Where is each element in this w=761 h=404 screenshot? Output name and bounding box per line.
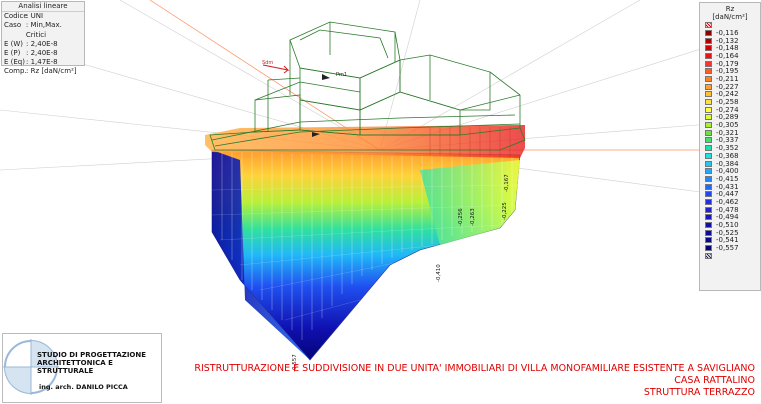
legend-swatch	[705, 52, 712, 59]
legend-swatch	[705, 175, 712, 182]
legend-swatch	[705, 37, 712, 44]
legend-entry: -0,227	[700, 83, 760, 91]
legend-swatch	[705, 183, 712, 190]
analysis-info-panel: Analisi lineare Codice: UNI Caso: Min,Ma…	[1, 1, 85, 75]
info-row: E (W): 2,40E-8	[4, 39, 58, 48]
color-legend: Rz [daN/cm²] -0,116 -0,132 -0,148 -0,164 -0,…	[699, 2, 761, 291]
legend-swatch	[705, 191, 712, 198]
hatch-swatch-icon	[700, 252, 760, 260]
legend-entry: -0,195	[700, 67, 760, 75]
info-row: Codice: UNI	[4, 12, 44, 21]
studio-name-line2: ARCHITETTONICA E STRUTTURALE	[37, 359, 113, 375]
legend-swatch	[705, 237, 712, 244]
legend-swatch	[705, 168, 712, 175]
value-label: -0,263	[470, 208, 476, 226]
legend-swatch	[705, 229, 712, 236]
project-title-line1: RISTRUTTURAZIONE E SUDDIVISIONE IN DUE U…	[194, 363, 755, 374]
hatch-swatch-icon	[700, 21, 760, 29]
load-arrow-icon	[262, 64, 290, 74]
legend-swatch	[705, 137, 712, 144]
legend-swatch	[705, 198, 712, 205]
legend-swatch	[705, 106, 712, 113]
node-marker-icon	[322, 74, 330, 80]
legend-swatch	[705, 222, 712, 229]
legend-swatch	[705, 60, 712, 67]
project-title-line3: STRUTTURA TERRAZZO	[643, 387, 755, 398]
legend-swatch	[705, 152, 712, 159]
legend-entry: -0,258	[700, 98, 760, 106]
info-panel-title: Analisi lineare	[2, 2, 84, 13]
legend-entry: -0,132	[700, 37, 760, 45]
legend-swatch	[705, 68, 712, 75]
studio-name-line1: STUDIO DI PROGETTAZIONE	[37, 351, 147, 359]
legend-entry: -0,337	[700, 136, 760, 144]
legend-swatch	[705, 91, 712, 98]
mark-pm1: Pm1	[336, 72, 347, 78]
studio-engineer: ing. arch. DANILO PICCA	[39, 383, 128, 391]
legend-entry: -0,400	[700, 167, 760, 175]
legend-swatch	[705, 99, 712, 106]
project-title-line2: CASA RATTALINO	[674, 375, 755, 386]
legend-swatch	[705, 245, 712, 252]
legend-entry: -0,510	[700, 221, 760, 229]
legend-title: Rz	[725, 5, 735, 13]
legend-entry: -0,352	[700, 144, 760, 152]
value-label: -0,225	[502, 202, 508, 220]
legend-entry: -0,525	[700, 229, 760, 237]
legend-swatch	[705, 160, 712, 167]
legend-swatch	[705, 206, 712, 213]
legend-swatch	[705, 45, 712, 52]
legend-entry: -0,242	[700, 90, 760, 98]
legend-swatch	[705, 114, 712, 121]
legend-entries: -0,116 -0,132 -0,148 -0,164 -0,179 -0,195 -0,2…	[700, 29, 760, 252]
legend-entry: -0,305	[700, 121, 760, 129]
legend-entry: -0,557	[700, 244, 760, 252]
legend-entry: -0,447	[700, 190, 760, 198]
value-label: -0,167	[504, 174, 510, 192]
info-row: Comp.: Rz [daN/cm²]	[4, 67, 77, 76]
value-label: -0,256	[458, 208, 464, 226]
legend-swatch	[705, 129, 712, 136]
legend-entry: -0,384	[700, 160, 760, 168]
legend-entry: -0,148	[700, 44, 760, 52]
legend-entry: -0,494	[700, 213, 760, 221]
project-title-block: RISTRUTTURAZIONE E SUDDIVISIONE IN DUE U…	[194, 363, 755, 399]
legend-entry: -0,415	[700, 175, 760, 183]
legend-swatch	[705, 75, 712, 82]
legend-entry: -0,289	[700, 113, 760, 121]
legend-swatch	[705, 145, 712, 152]
info-row: E (Eq): 1,47E-8	[4, 58, 58, 67]
legend-entry: -0,321	[700, 129, 760, 137]
legend-entry: -0,179	[700, 60, 760, 68]
legend-entry: -0,164	[700, 52, 760, 60]
info-row: Caso: Min,Max. Critici	[4, 21, 62, 39]
legend-entry: -0,541	[700, 236, 760, 244]
value-label: -0,410	[436, 264, 442, 282]
legend-entry: -0,431	[700, 183, 760, 191]
legend-entry: -0,116	[700, 29, 760, 37]
legend-swatch	[705, 122, 712, 129]
legend-entry: -0,368	[700, 152, 760, 160]
legend-entry: -0,211	[700, 75, 760, 83]
legend-unit: [daN/cm²]	[712, 13, 748, 21]
info-row: E (P): 2,40E-8	[4, 49, 58, 58]
mark-sdm: Sdm	[262, 60, 273, 66]
legend-entry: -0,274	[700, 106, 760, 114]
legend-swatch	[705, 214, 712, 221]
studio-logo-block: STUDIO DI PROGETTAZIONE ARCHITETTONICA E…	[2, 333, 162, 403]
legend-entry: -0,462	[700, 198, 760, 206]
legend-label: -0,557	[716, 244, 739, 253]
legend-swatch	[705, 83, 712, 90]
legend-entry: -0,478	[700, 206, 760, 214]
legend-swatch	[705, 29, 712, 36]
